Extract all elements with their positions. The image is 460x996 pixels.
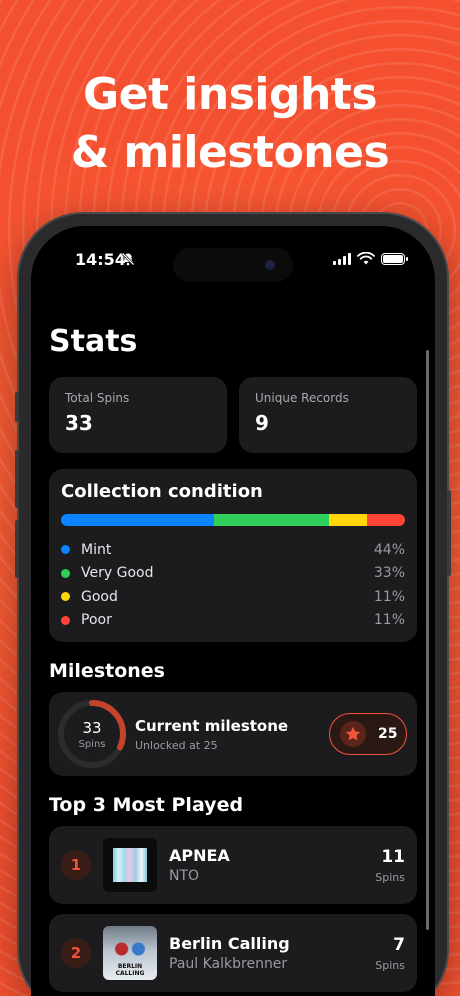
collection-condition-title: Collection condition: [61, 481, 263, 502]
bell-slash-icon: [121, 252, 135, 266]
condition-label: Poor: [81, 612, 112, 629]
track-spins-label: Spins: [375, 958, 405, 972]
legend-dot-icon: [61, 592, 70, 602]
unique-records-value: 9: [255, 411, 269, 435]
page-title: Stats: [49, 324, 138, 359]
legend-dot-icon: [61, 615, 70, 625]
top-played-item[interactable]: 1 APNEA NTO 11 Spins: [49, 826, 417, 904]
milestone-title: Current milestone: [135, 716, 289, 735]
track-title: Berlin Calling: [169, 934, 290, 953]
album-art: BERLIN CALLING: [103, 926, 157, 980]
stats-content: Stats Total Spins 33 Unique Records 9 Co…: [49, 324, 417, 996]
track-artist: Paul Kalkbrenner: [169, 956, 288, 972]
scrollbar[interactable]: [426, 350, 429, 930]
legend-dot-icon: [61, 568, 70, 578]
condition-label: Very Good: [81, 565, 154, 582]
promo-line-1: Get insights: [82, 69, 378, 120]
top-played-item[interactable]: 2 BERLIN CALLING Berlin Calling Paul Kal…: [49, 914, 417, 992]
condition-percent: 33%: [373, 565, 405, 582]
album-art-text: BERLIN CALLING: [115, 963, 145, 977]
track-artist: NTO: [169, 868, 200, 884]
condition-bar-segment: [213, 514, 329, 526]
camera-icon: [265, 260, 275, 270]
condition-legend-item: Mint 44%: [61, 538, 405, 562]
condition-percent: 44%: [373, 541, 405, 558]
current-milestone-card[interactable]: 33 Spins Current milestone Unlocked at 2…: [49, 692, 417, 776]
promo-line-2: & milestones: [70, 127, 390, 178]
phone-screen: 14:54 Stats Total Spins 33 Unique Record…: [31, 226, 435, 996]
legend-dot-icon: [61, 545, 70, 555]
track-spins-count: 11: [381, 846, 405, 867]
spins-unit: Spins: [78, 739, 106, 750]
cellular-signal-icon: [333, 252, 351, 265]
dynamic-island: [173, 248, 293, 282]
condition-label: Mint: [81, 541, 112, 558]
milestone-subtitle: Unlocked at 25: [135, 738, 218, 752]
spins-count: 33: [82, 719, 102, 737]
condition-label: Good: [81, 588, 118, 605]
milestones-heading: Milestones: [49, 660, 165, 682]
album-art: [103, 838, 157, 892]
phone-frame: 14:54 Stats Total Spins 33 Unique Record…: [15, 214, 451, 996]
collection-condition-card[interactable]: Collection condition Mint 44% Very Good 33%…: [49, 469, 417, 642]
track-spins-count: 7: [393, 934, 405, 955]
total-spins-value: 33: [65, 411, 93, 435]
promo-headline: Get insights & milestones: [0, 66, 460, 182]
total-spins-card[interactable]: Total Spins 33: [49, 377, 227, 453]
condition-bar-segment: [366, 514, 405, 526]
rank-badge: 1: [61, 850, 91, 880]
spins-progress-ring: 33 Spins: [57, 699, 127, 769]
condition-percent: 11%: [373, 588, 405, 605]
unique-records-card[interactable]: Unique Records 9: [239, 377, 417, 453]
top-played-heading: Top 3 Most Played: [49, 794, 244, 816]
action-button: [15, 392, 19, 422]
track-spins-label: Spins: [375, 870, 405, 884]
condition-legend-item: Good 11%: [61, 585, 405, 609]
rank-badge: 2: [61, 938, 91, 968]
condition-bar-segment: [328, 514, 367, 526]
volume-down-button: [15, 520, 19, 578]
milestone-badge-value: 25: [378, 726, 398, 742]
status-time: 14:54: [75, 250, 126, 269]
side-button: [447, 490, 451, 576]
volume-up-button: [15, 450, 19, 508]
unique-records-label: Unique Records: [255, 391, 349, 405]
condition-legend: Mint 44% Very Good 33% Good 11% Poor 11%: [61, 538, 405, 632]
stat-cards: Total Spins 33 Unique Records 9: [49, 377, 417, 453]
condition-bar: [61, 514, 405, 526]
condition-bar-segment: [61, 514, 214, 526]
condition-legend-item: Poor 11%: [61, 609, 405, 633]
star-icon: [340, 721, 366, 747]
total-spins-label: Total Spins: [65, 391, 130, 405]
milestone-badge-button[interactable]: 25: [329, 713, 407, 755]
condition-legend-item: Very Good 33%: [61, 562, 405, 586]
status-bar: 14:54: [31, 226, 435, 286]
track-title: APNEA: [169, 846, 230, 865]
wifi-icon: [357, 252, 375, 265]
battery-icon: [381, 252, 408, 265]
condition-percent: 11%: [373, 612, 405, 629]
